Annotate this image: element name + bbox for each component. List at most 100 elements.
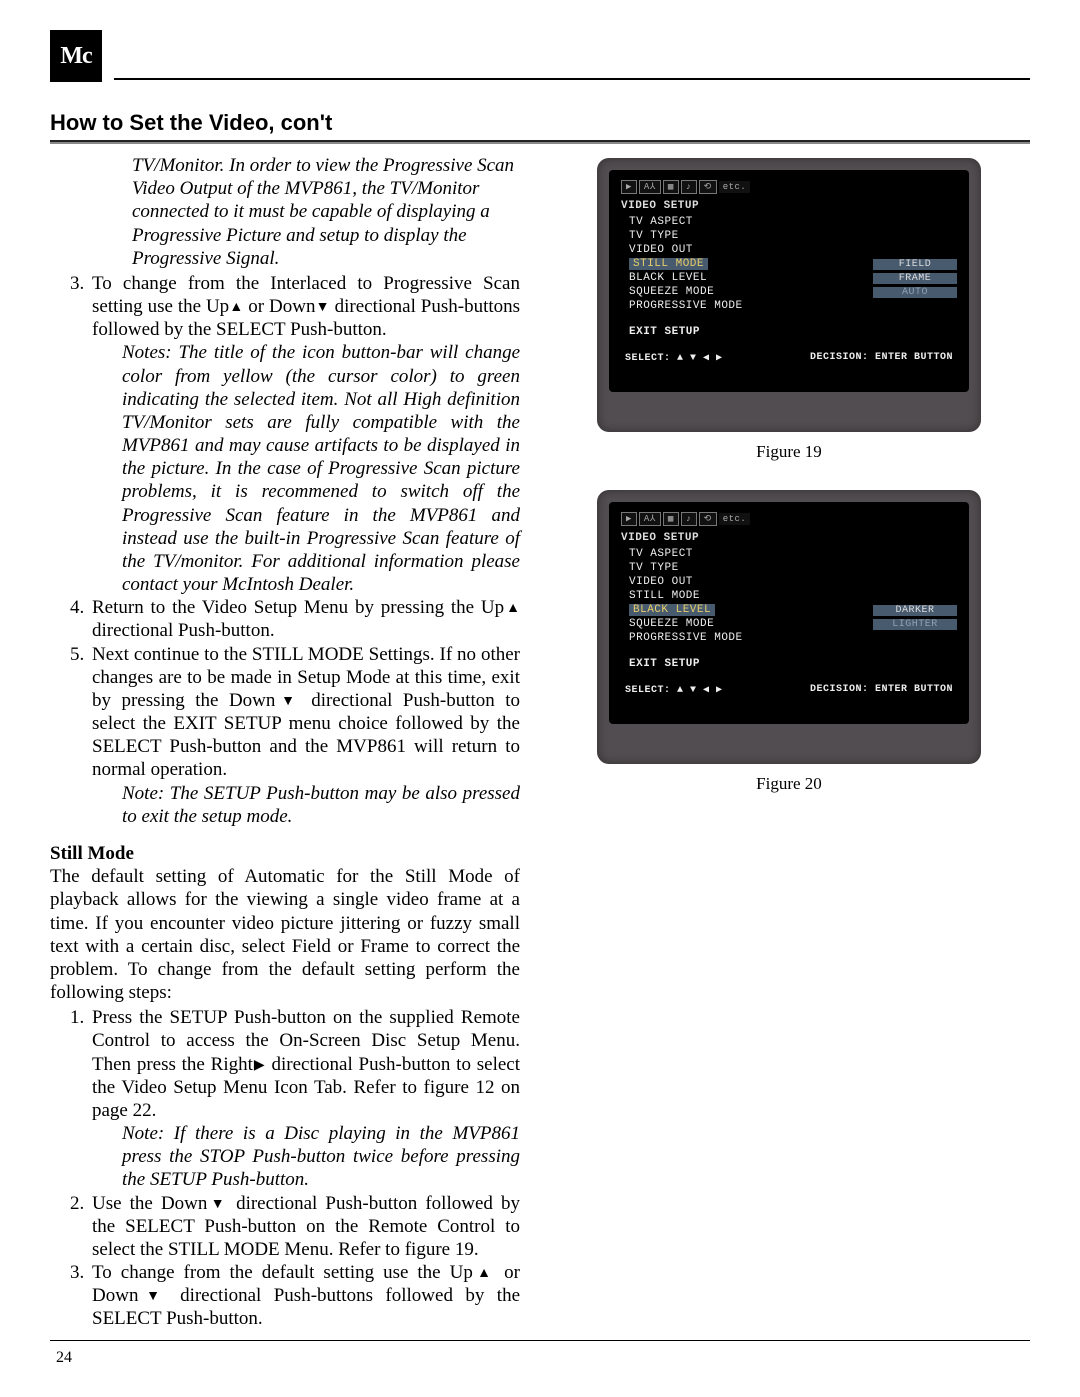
menu-item: SQUEEZE MODE LIGHTER <box>629 618 957 630</box>
page-number: 24 <box>56 1349 72 1367</box>
step-3-body: To change from the Interlaced to Progres… <box>92 272 520 342</box>
tab-icon: ▶ <box>621 512 637 526</box>
select-right: DECISION: ENTER BUTTON <box>810 352 953 364</box>
step-4-body: Return to the Video Setup Menu by pressi… <box>92 596 520 642</box>
figure-19-tv: ▶ A⅄ ▦ ♪ ⟲ etc. VIDEO SETUP TV ASPECT TV… <box>597 158 981 432</box>
tab-icon: ♪ <box>681 512 697 526</box>
intro-note-text: TV/Monitor. In order to view the Progres… <box>132 155 514 269</box>
sm-step-3: 3. To change from the default setting us… <box>50 1261 520 1331</box>
tab-etc: etc. <box>719 513 751 525</box>
menu-item: TV TYPE <box>629 230 957 242</box>
step-5-note: Note: The SETUP Push-button may be also … <box>50 782 520 828</box>
tab-icon: ⟲ <box>699 512 717 526</box>
fig19-select-row: SELECT: ▲ ▼ ◀ ▶ DECISION: ENTER BUTTON <box>621 352 957 364</box>
down-arrow-icon: ▼ <box>275 694 300 709</box>
sm-step-1-body: Press the SETUP Push-button on the suppl… <box>92 1006 520 1122</box>
manual-page: Mc How to Set the Video, con't TV/Monito… <box>0 0 1080 1397</box>
tab-icon: A⅄ <box>639 180 661 194</box>
step-4: 4. Return to the Video Setup Menu by pre… <box>50 596 520 642</box>
figure-20-tv: ▶ A⅄ ▦ ♪ ⟲ etc. VIDEO SETUP TV ASPECT TV… <box>597 490 981 764</box>
brand-logo-text: Mc <box>60 43 91 70</box>
tab-icon: ♪ <box>681 180 697 194</box>
select-right: DECISION: ENTER BUTTON <box>810 684 953 696</box>
note-label: Note: <box>122 1123 164 1144</box>
footer-rule <box>50 1340 1030 1341</box>
still-mode-heading: Still Mode <box>50 842 520 865</box>
menu-item: SQUEEZE MODE AUTO <box>629 286 957 298</box>
sm-step-2: 2. Use the Down▼ directional Push-button… <box>50 1192 520 1262</box>
option-box: FIELD <box>873 259 957 270</box>
figure-19-screen: ▶ A⅄ ▦ ♪ ⟲ etc. VIDEO SETUP TV ASPECT TV… <box>609 170 969 392</box>
select-left: SELECT: ▲ ▼ ◀ ▶ <box>625 684 723 696</box>
step-3-number: 3. <box>70 272 92 342</box>
sm-step-1: 1. Press the SETUP Push-button on the su… <box>50 1006 520 1122</box>
tab-icon: A⅄ <box>639 512 661 526</box>
fig19-icon-row: ▶ A⅄ ▦ ♪ ⟲ etc. <box>621 180 957 194</box>
figure-20-screen: ▶ A⅄ ▦ ♪ ⟲ etc. VIDEO SETUP TV ASPECT TV… <box>609 502 969 724</box>
step-5-body: Next continue to the STILL MODE Settings… <box>92 643 520 782</box>
down-arrow-icon: ▼ <box>207 1197 228 1212</box>
menu-item-highlight: STILL MODE FIELD <box>629 258 957 270</box>
menu-item: BLACK LEVEL FRAME <box>629 272 957 284</box>
step-5: 5. Next continue to the STILL MODE Setti… <box>50 643 520 782</box>
up-arrow-icon: ▲ <box>229 300 243 315</box>
fig20-exit: EXIT SETUP <box>621 658 957 670</box>
figure-19-caption: Figure 19 <box>756 442 822 462</box>
select-left: SELECT: ▲ ▼ ◀ ▶ <box>625 352 723 364</box>
tab-icon: ▦ <box>663 512 679 526</box>
menu-item: VIDEO OUT <box>629 244 957 256</box>
still-mode-intro: The default setting of Automatic for the… <box>50 865 520 1004</box>
fig20-menu-list: TV ASPECT TV TYPE VIDEO OUT STILL MODE B… <box>621 548 957 644</box>
intro-note: TV/Monitor. In order to view the Progres… <box>50 154 520 270</box>
step-5-number: 5. <box>70 643 92 782</box>
option-box-dim: LIGHTER <box>873 619 957 630</box>
section-title-underline <box>50 140 1030 144</box>
sm-step-1-note: Note: If there is a Disc playing in the … <box>50 1122 520 1192</box>
menu-item: TV ASPECT <box>629 216 957 228</box>
content-columns: TV/Monitor. In order to view the Progres… <box>50 154 1030 1331</box>
menu-item: TV TYPE <box>629 562 957 574</box>
option-box: DARKER <box>873 605 957 616</box>
note-body: If there is a Disc playing in the MVP861… <box>122 1123 520 1190</box>
step-4-number: 4. <box>70 596 92 642</box>
notes-body: The title of the icon button-bar will ch… <box>122 342 520 595</box>
header-rule <box>114 78 1030 80</box>
menu-item: VIDEO OUT <box>629 576 957 588</box>
brand-logo: Mc <box>50 30 102 82</box>
sm-step-1-number: 1. <box>70 1006 92 1122</box>
menu-item: STILL MODE <box>629 590 957 602</box>
fig19-menu-title: VIDEO SETUP <box>621 200 957 212</box>
sm-step-2-number: 2. <box>70 1192 92 1262</box>
option-box: FRAME <box>873 273 957 284</box>
fig20-menu-title: VIDEO SETUP <box>621 532 957 544</box>
up-arrow-icon: ▲ <box>473 1266 495 1281</box>
step-3: 3. To change from the Interlaced to Prog… <box>50 272 520 342</box>
notes-label: Notes: <box>122 342 172 363</box>
fig20-icon-row: ▶ A⅄ ▦ ♪ ⟲ etc. <box>621 512 957 526</box>
section-title: How to Set the Video, con't <box>50 110 1030 136</box>
right-column: ▶ A⅄ ▦ ♪ ⟲ etc. VIDEO SETUP TV ASPECT TV… <box>548 154 1030 1331</box>
option-box-dim: AUTO <box>873 287 957 298</box>
up-arrow-icon: ▲ <box>504 601 520 616</box>
sm-step-2-body: Use the Down▼ directional Push-button fo… <box>92 1192 520 1262</box>
fig20-select-row: SELECT: ▲ ▼ ◀ ▶ DECISION: ENTER BUTTON <box>621 684 957 696</box>
fig19-menu-list: TV ASPECT TV TYPE VIDEO OUT STILL MODE F… <box>621 216 957 312</box>
menu-item: PROGRESSIVE MODE <box>629 300 957 312</box>
note-label: Note: <box>122 783 164 804</box>
right-arrow-icon: ▶ <box>253 1058 266 1073</box>
tab-icon: ⟲ <box>699 180 717 194</box>
tab-icon: ▦ <box>663 180 679 194</box>
left-column: TV/Monitor. In order to view the Progres… <box>50 154 520 1331</box>
sm-step-3-number: 3. <box>70 1261 92 1331</box>
page-header: Mc <box>50 30 1030 82</box>
step-3-notes: Notes: The title of the icon button-bar … <box>50 341 520 596</box>
menu-item: PROGRESSIVE MODE <box>629 632 957 644</box>
menu-item-highlight: BLACK LEVEL DARKER <box>629 604 957 616</box>
note-body: The SETUP Push-button may be also presse… <box>122 783 520 827</box>
down-arrow-icon: ▼ <box>138 1289 167 1304</box>
fig19-exit: EXIT SETUP <box>621 326 957 338</box>
figure-20-caption: Figure 20 <box>756 774 822 794</box>
sm-step-3-body: To change from the default setting use t… <box>92 1261 520 1331</box>
down-arrow-icon: ▼ <box>316 300 330 315</box>
tab-icon: ▶ <box>621 180 637 194</box>
